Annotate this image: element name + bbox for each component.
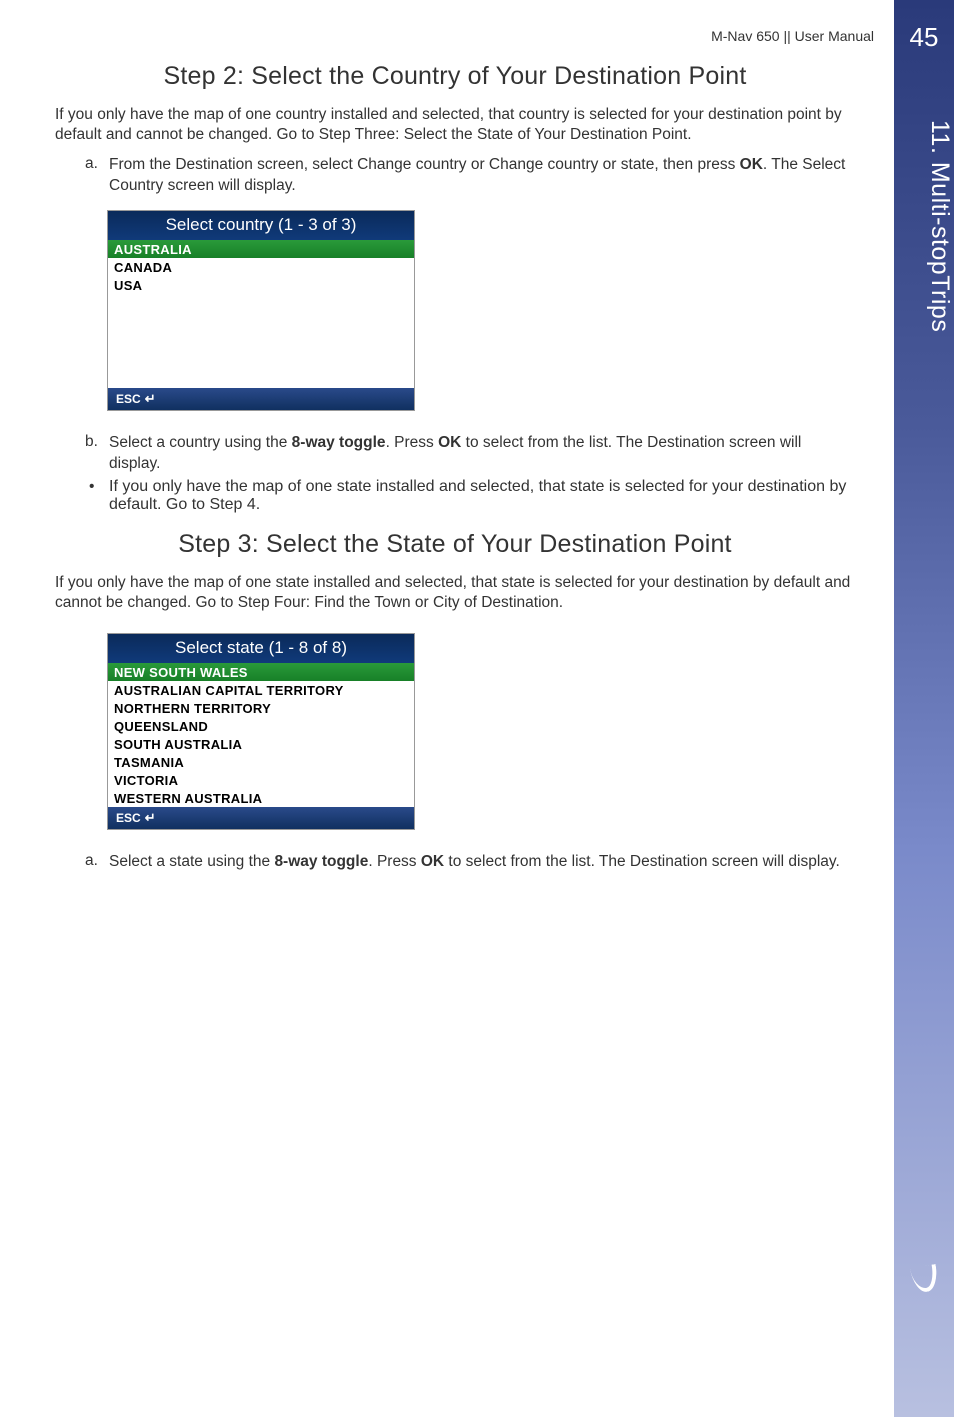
- list-row-selected[interactable]: AUSTRALIA: [108, 240, 414, 258]
- list-row[interactable]: QUEENSLAND: [108, 717, 414, 735]
- screen-body: AUSTRALIA CANADA USA: [108, 240, 414, 388]
- list-row[interactable]: SOUTH AUSTRALIA: [108, 735, 414, 753]
- list-row[interactable]: TASMANIA: [108, 753, 414, 771]
- screen-footer: ESC ↵: [108, 388, 414, 410]
- list-text: Select a country using the 8-way toggle.…: [109, 433, 855, 474]
- step3-section: Step 3: Select the State of Your Destina…: [55, 530, 855, 873]
- text-span: to select from the list. The Destination…: [444, 853, 840, 870]
- bold-text: OK: [421, 853, 444, 870]
- list-row[interactable]: AUSTRALIAN CAPITAL TERRITORY: [108, 681, 414, 699]
- screen-body: NEW SOUTH WALES AUSTRALIAN CAPITAL TERRI…: [108, 663, 414, 807]
- list-row[interactable]: WESTERN AUSTRALIA: [108, 789, 414, 807]
- list-item: a. From the Destination screen, select C…: [85, 155, 855, 196]
- bullet-text: If you only have the map of one state in…: [109, 478, 855, 514]
- bold-text: 8-way toggle: [292, 434, 386, 451]
- list-row[interactable]: USA: [108, 276, 414, 294]
- select-country-screen: Select country (1 - 3 of 3) AUSTRALIA CA…: [107, 210, 415, 411]
- esc-label[interactable]: ESC: [116, 392, 141, 406]
- header-text: M-Nav 650 || User Manual: [711, 28, 874, 44]
- list-text: From the Destination screen, select Chan…: [109, 155, 855, 196]
- list-row[interactable]: VICTORIA: [108, 771, 414, 789]
- list-row-selected[interactable]: NEW SOUTH WALES: [108, 663, 414, 681]
- list-row[interactable]: NORTHERN TERRITORY: [108, 699, 414, 717]
- step2-bullet: • If you only have the map of one state …: [85, 478, 855, 514]
- text-span: . Press: [368, 853, 421, 870]
- enter-arrow-icon: ↵: [145, 810, 156, 826]
- list-row[interactable]: CANADA: [108, 258, 414, 276]
- step2-title: Step 2: Select the Country of Your Desti…: [55, 62, 855, 91]
- decorative-swoosh: [910, 1264, 940, 1294]
- list-marker: a.: [85, 155, 109, 196]
- list-marker: b.: [85, 433, 109, 474]
- list-item: a. Select a state using the 8-way toggle…: [85, 852, 855, 872]
- step3-title: Step 3: Select the State of Your Destina…: [55, 530, 855, 559]
- enter-arrow-icon: ↵: [145, 391, 156, 407]
- page-number: 45: [894, 22, 954, 53]
- list-marker: a.: [85, 852, 109, 872]
- text-span: Select a country using the: [109, 434, 292, 451]
- step2-list: a. From the Destination screen, select C…: [85, 155, 855, 196]
- main-content: Step 2: Select the Country of Your Desti…: [55, 62, 855, 877]
- step2-intro: If you only have the map of one country …: [55, 105, 855, 145]
- screen-title: Select state (1 - 8 of 8): [108, 634, 414, 663]
- bold-text: 8-way toggle: [274, 853, 368, 870]
- text-span: Select a state using the: [109, 853, 274, 870]
- esc-label[interactable]: ESC: [116, 811, 141, 825]
- step2-list-b: b. Select a country using the 8-way togg…: [85, 433, 855, 474]
- list-item: b. Select a country using the 8-way togg…: [85, 433, 855, 474]
- step3-list: a. Select a state using the 8-way toggle…: [85, 852, 855, 872]
- list-item: • If you only have the map of one state …: [85, 478, 855, 514]
- sidebar: 45 11. Multi-stopTrips: [894, 0, 954, 1417]
- list-text: Select a state using the 8-way toggle. P…: [109, 852, 840, 872]
- screen-title: Select country (1 - 3 of 3): [108, 211, 414, 240]
- bold-text: OK: [740, 156, 763, 173]
- screen-footer: ESC ↵: [108, 807, 414, 829]
- text-span: From the Destination screen, select Chan…: [109, 156, 740, 173]
- bold-text: OK: [438, 434, 461, 451]
- step3-intro: If you only have the map of one state in…: [55, 573, 855, 613]
- select-state-screen: Select state (1 - 8 of 8) NEW SOUTH WALE…: [107, 633, 415, 830]
- text-span: . Press: [386, 434, 439, 451]
- bullet-marker: •: [85, 478, 109, 514]
- sidebar-chapter-label: 11. Multi-stopTrips: [894, 120, 954, 332]
